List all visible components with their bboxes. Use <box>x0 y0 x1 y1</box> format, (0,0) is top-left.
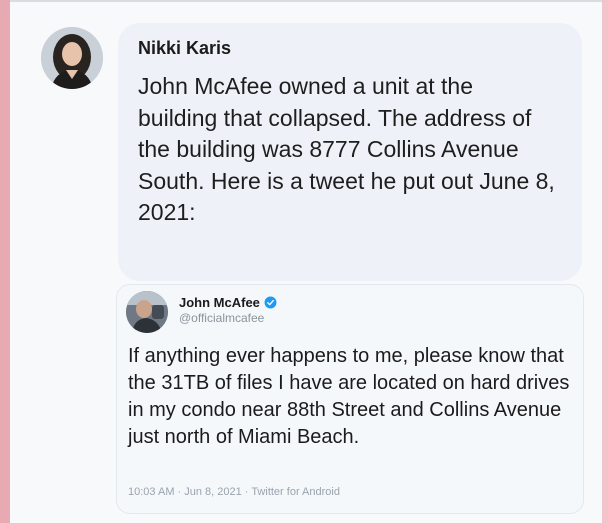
post-author-name[interactable]: Nikki Karis <box>138 38 231 59</box>
avatar-image <box>41 27 103 89</box>
embedded-author-avatar[interactable] <box>126 291 168 333</box>
embedded-tweet-meta[interactable]: 10:03 AM · Jun 8, 2021 · Twitter for And… <box>128 486 340 498</box>
verified-badge-icon <box>264 296 277 309</box>
embedded-author-name[interactable]: John McAfee <box>179 295 260 310</box>
top-divider <box>0 0 608 2</box>
embedded-author-handle[interactable]: @officialmcafee <box>179 311 264 325</box>
post-text: John McAfee owned a unit at the building… <box>138 73 555 225</box>
embedded-name-row: John McAfee <box>179 294 277 310</box>
left-accent-bar <box>0 0 10 523</box>
author-avatar[interactable] <box>41 27 103 89</box>
right-accent-bar <box>602 0 608 523</box>
embedded-avatar-image <box>126 291 168 333</box>
embedded-tweet-text: If anything ever happens to me, please k… <box>128 345 570 448</box>
